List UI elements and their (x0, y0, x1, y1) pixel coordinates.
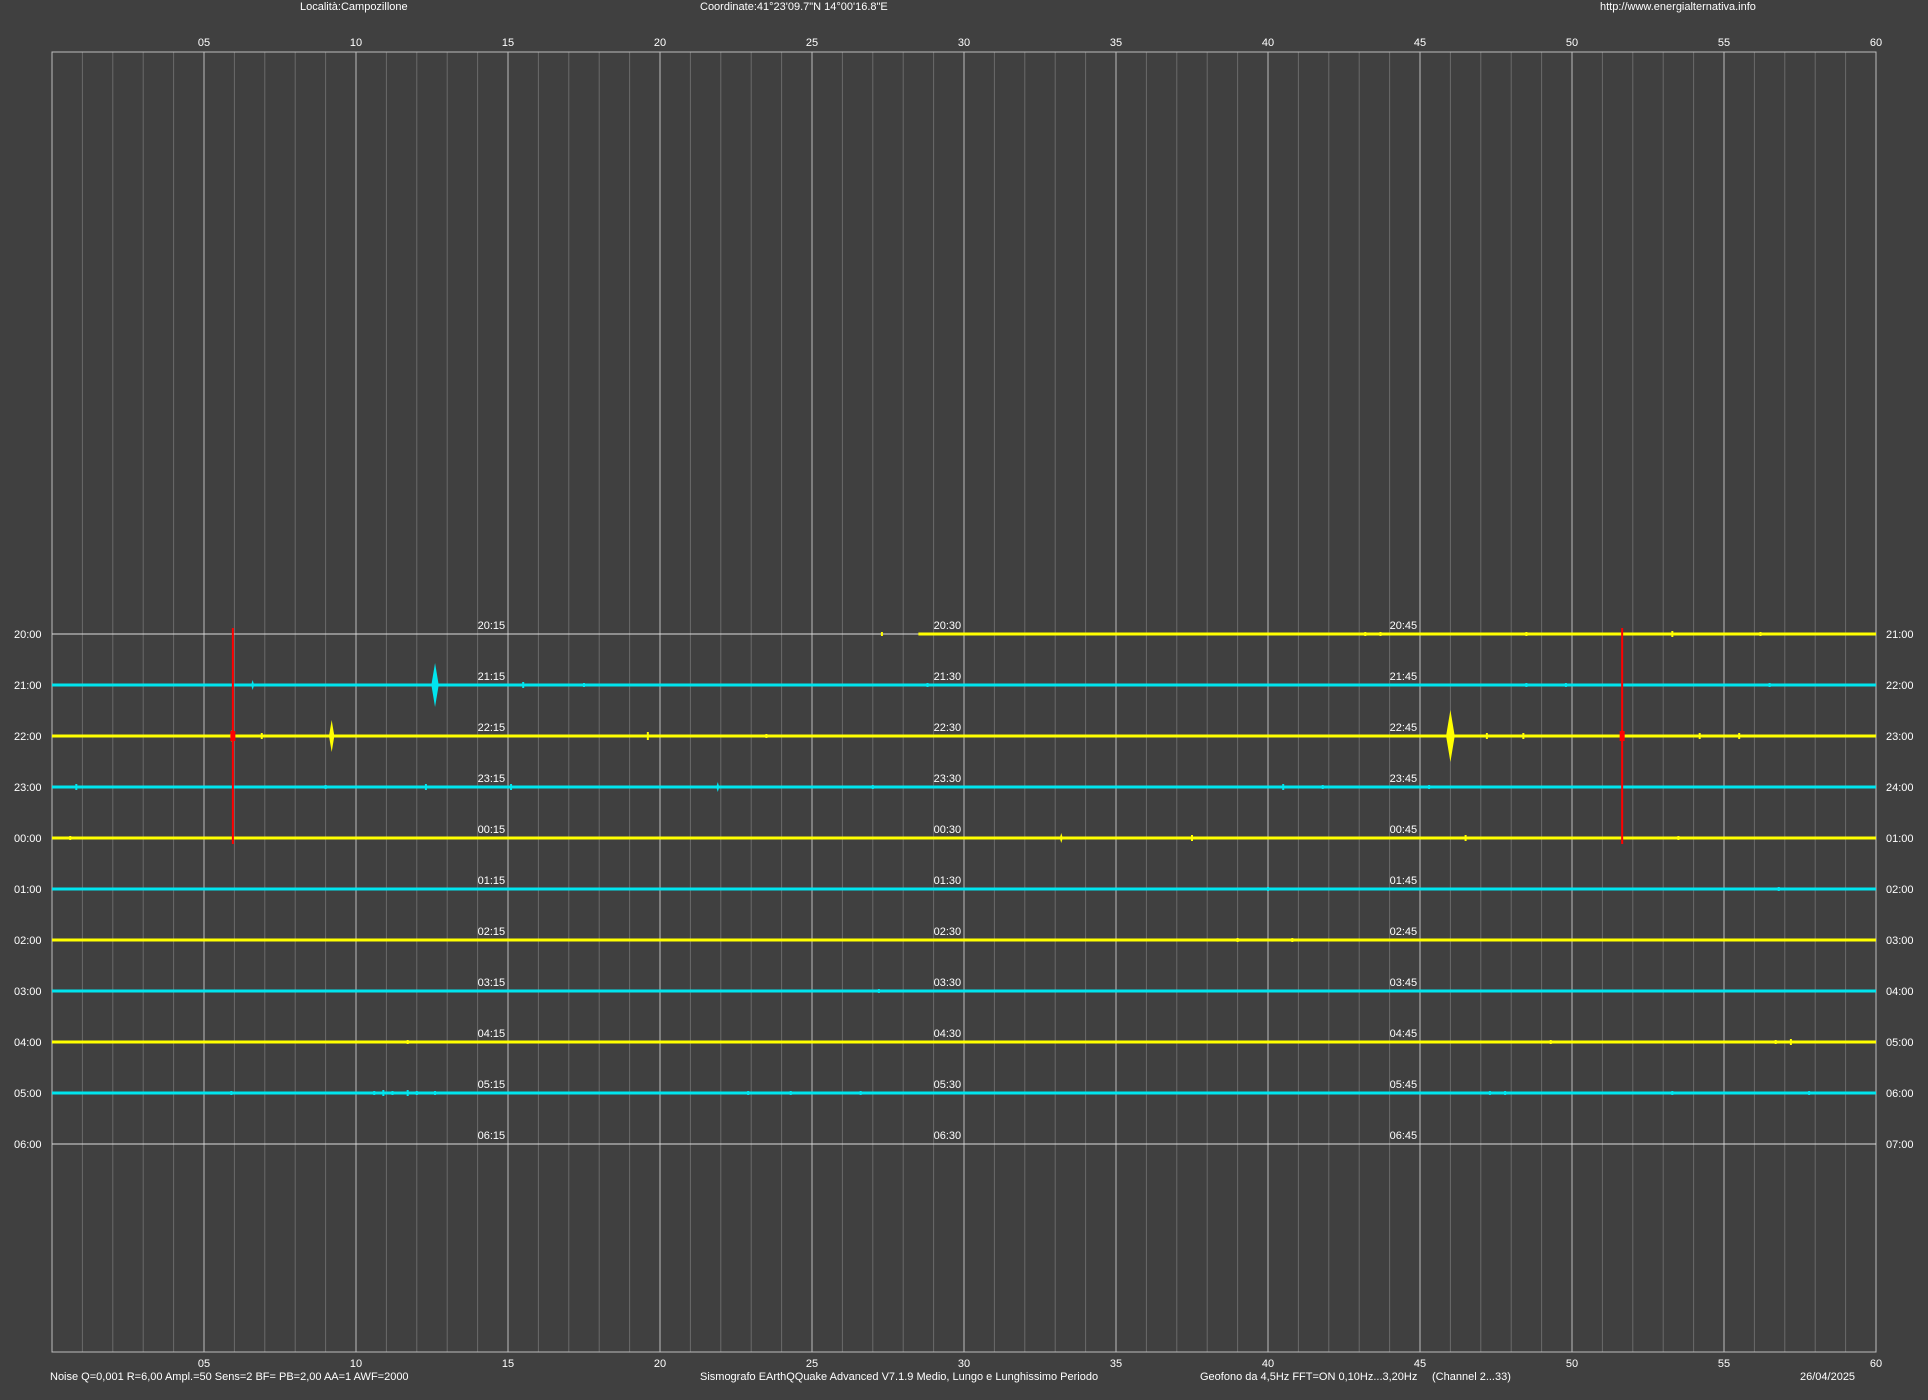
x-tick-label-top: 55 (1718, 37, 1730, 49)
x-tick-label-top: 25 (806, 37, 818, 49)
quarter-label: 23:45 (1390, 773, 1418, 785)
x-tick-label-top: 45 (1414, 37, 1426, 49)
row-label-left: 23:00 (14, 782, 42, 794)
x-tick-label-bottom: 15 (502, 1358, 514, 1370)
row-label-left: 20:00 (14, 629, 42, 641)
quarter-label: 22:30 (934, 722, 962, 734)
quarter-label: 06:30 (934, 1130, 962, 1142)
x-tick-label-top: 05 (198, 37, 210, 49)
quarter-label: 22:45 (1390, 722, 1418, 734)
quarter-label: 04:15 (478, 1028, 506, 1040)
footer-date: 26/04/2025 (1800, 1371, 1856, 1383)
row-label-right: 01:00 (1886, 833, 1914, 845)
seismic-event (716, 782, 720, 792)
seismic-event (431, 663, 439, 707)
x-tick-label-bottom: 60 (1870, 1358, 1882, 1370)
quarter-label: 06:45 (1390, 1130, 1418, 1142)
quarter-label: 04:30 (934, 1028, 962, 1040)
footer-channel: (Channel 2...33) (1432, 1371, 1511, 1383)
x-tick-label-top: 60 (1870, 37, 1882, 49)
row-label-right: 22:00 (1886, 680, 1914, 692)
row-label-right: 05:00 (1886, 1037, 1914, 1049)
row-label-right: 24:00 (1886, 782, 1914, 794)
row-label-left: 03:00 (14, 986, 42, 998)
x-tick-label-bottom: 10 (350, 1358, 362, 1370)
quarter-label: 03:45 (1390, 977, 1418, 989)
quarter-label: 22:15 (478, 722, 506, 734)
x-tick-label-bottom: 55 (1718, 1358, 1730, 1370)
quarter-label: 03:30 (934, 977, 962, 989)
row-label-left: 21:00 (14, 680, 42, 692)
x-tick-label-top: 50 (1566, 37, 1578, 49)
row-label-left: 04:00 (14, 1037, 42, 1049)
footer-geophone: Geofono da 4,5Hz FFT=ON 0,10Hz...3,20Hz (1200, 1371, 1418, 1383)
quarter-label: 01:15 (478, 875, 506, 887)
quarter-label: 00:15 (478, 824, 506, 836)
x-tick-label-bottom: 40 (1262, 1358, 1274, 1370)
quarter-label: 05:15 (478, 1079, 506, 1091)
seismic-event (251, 680, 255, 690)
quarter-label: 04:45 (1390, 1028, 1418, 1040)
quarter-label: 20:30 (934, 620, 962, 632)
row-label-left: 02:00 (14, 935, 42, 947)
quarter-label: 00:30 (934, 824, 962, 836)
x-tick-label-bottom: 05 (198, 1358, 210, 1370)
row-label-left: 01:00 (14, 884, 42, 896)
chart-grid (51, 51, 1877, 1353)
x-tick-label-bottom: 25 (806, 1358, 818, 1370)
quarter-label: 06:15 (478, 1130, 506, 1142)
x-tick-label-bottom: 20 (654, 1358, 666, 1370)
quarter-label: 01:45 (1390, 875, 1418, 887)
x-tick-label-top: 20 (654, 37, 666, 49)
quarter-label: 21:30 (934, 671, 962, 683)
quarter-label: 00:45 (1390, 824, 1418, 836)
red-event-core (1619, 731, 1625, 741)
row-label-right: 02:00 (1886, 884, 1914, 896)
quarter-label: 02:30 (934, 926, 962, 938)
row-label-left: 00:00 (14, 833, 42, 845)
row-label-left: 05:00 (14, 1088, 42, 1100)
seismic-event (329, 720, 335, 752)
quarter-label: 20:45 (1390, 620, 1418, 632)
x-tick-label-top: 30 (958, 37, 970, 49)
x-tick-label-top: 15 (502, 37, 514, 49)
x-tick-label-bottom: 35 (1110, 1358, 1122, 1370)
x-tick-label-top: 10 (350, 37, 362, 49)
seismic-event (1446, 710, 1455, 762)
quarter-label: 05:45 (1390, 1079, 1418, 1091)
row-label-right: 04:00 (1886, 986, 1914, 998)
seismogram-chart: 05 05 10 10 15 15 20 20 25 25 30 30 35 35 40 40 45 45 50 50… (14, 37, 1914, 1370)
row-label-right: 21:00 (1886, 629, 1914, 641)
x-tick-label-top: 35 (1110, 37, 1122, 49)
quarter-label: 05:30 (934, 1079, 962, 1091)
quarter-label: 01:30 (934, 875, 962, 887)
quarter-label: 23:15 (478, 773, 506, 785)
quarter-label: 21:45 (1390, 671, 1418, 683)
footer-params: Noise Q=0,001 R=6,00 Ampl.=50 Sens=2 BF=… (50, 1371, 409, 1383)
x-tick-label-bottom: 30 (958, 1358, 970, 1370)
x-tick-label-top: 40 (1262, 37, 1274, 49)
row-label-left: 22:00 (14, 731, 42, 743)
row-label-right: 06:00 (1886, 1088, 1914, 1100)
quarter-label: 23:30 (934, 773, 962, 785)
x-tick-label-bottom: 50 (1566, 1358, 1578, 1370)
x-tick-labels: 05 05 10 10 15 15 20 20 25 25 30 30 35 35 40 40 45 45 50 50… (198, 37, 1882, 1370)
quarter-label: 20:15 (478, 620, 506, 632)
quarter-label: 21:15 (478, 671, 506, 683)
x-tick-label-bottom: 45 (1414, 1358, 1426, 1370)
quarter-label: 03:15 (478, 977, 506, 989)
row-label-left: 06:00 (14, 1139, 42, 1151)
seismic-event (1059, 833, 1063, 843)
red-event-core (230, 731, 236, 741)
quarter-label: 02:15 (478, 926, 506, 938)
row-label-right: 23:00 (1886, 731, 1914, 743)
quarter-label: 02:45 (1390, 926, 1418, 938)
row-label-right: 03:00 (1886, 935, 1914, 947)
footer-software: Sismografo EArthQQuake Advanced V7.1.9 M… (700, 1371, 1099, 1383)
row-label-right: 07:00 (1886, 1139, 1914, 1151)
